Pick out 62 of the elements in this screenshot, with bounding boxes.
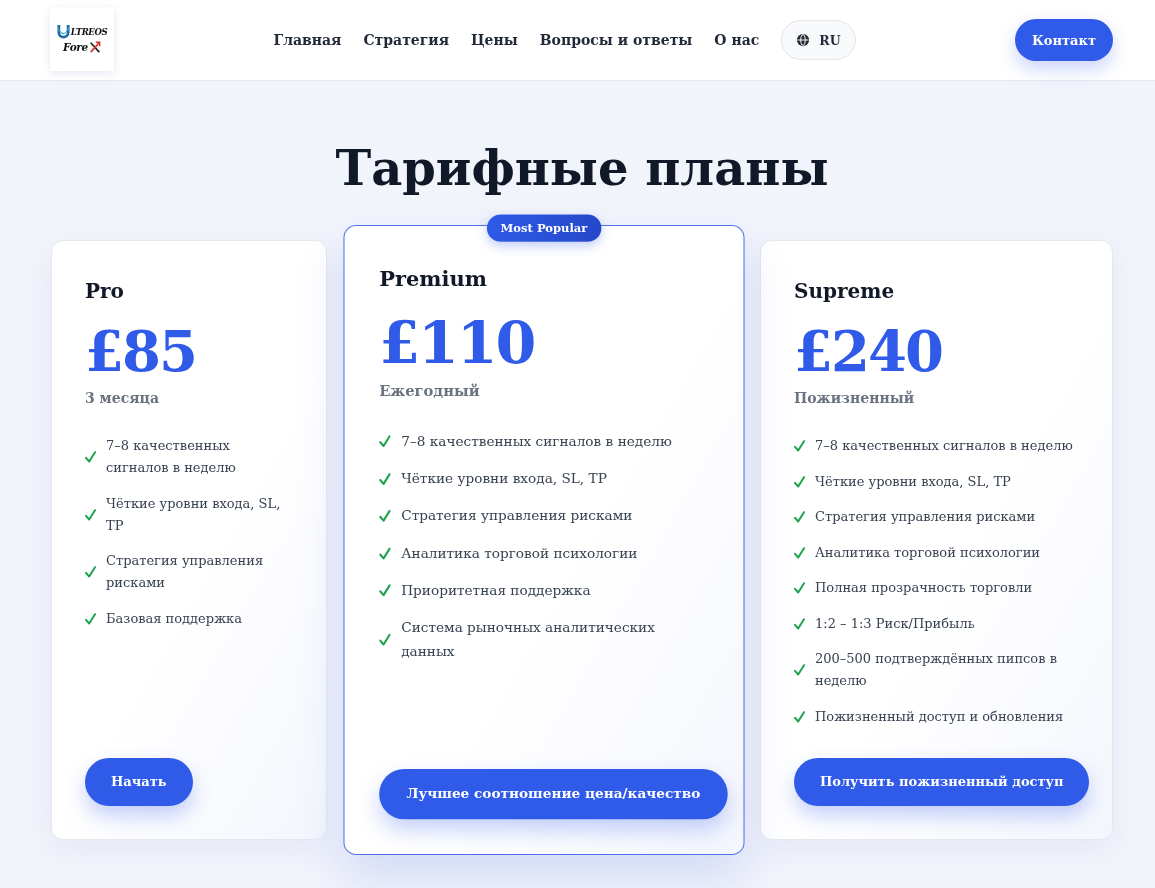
check-icon (794, 546, 805, 559)
check-icon (794, 440, 805, 452)
feature-text: Стратегия управления рисками (815, 508, 1036, 526)
plan-name: Supreme (794, 278, 896, 305)
plan-name: Premium (378, 264, 488, 294)
language-button[interactable]: RU (781, 20, 856, 60)
check-icon (378, 472, 391, 485)
check-icon (378, 509, 391, 523)
check-icon (378, 546, 391, 560)
feature-text: Чёткие уровни входа, SL, TP (815, 472, 1011, 491)
check-icon (794, 664, 805, 676)
feature-text: Стратегия управления рисками (400, 506, 632, 526)
logo-text: LTREOS (70, 26, 108, 37)
feature-text: Стратегия управления рисками (106, 552, 265, 592)
check-icon (794, 710, 805, 723)
check-icon (378, 435, 391, 448)
feature-text: Аналитика торговой психологии (815, 543, 1040, 562)
plan-name: Pro (85, 278, 125, 305)
check-icon (794, 617, 805, 630)
page-title: Тарифные планы (334, 139, 830, 197)
feature-text: Аналитика торговой психологии (400, 543, 637, 563)
plan-button[interactable]: Лучшее соотношение цена/качество (378, 768, 728, 819)
plan-price: £85 (85, 323, 197, 379)
feature-text: Базовая поддержка (106, 609, 242, 628)
feature-text: Приоритетная поддержка (400, 581, 591, 600)
feature-text: Пожизненный доступ и обновления (815, 707, 1064, 726)
plan-period: Ежегодный (378, 381, 481, 402)
check-icon (794, 511, 805, 523)
feature-text: Чёткие уровни входа, SL, TP (106, 494, 282, 535)
plan-period: Пожизненный (794, 389, 916, 408)
feature-text: Система рыночных аналитических данных (400, 618, 656, 661)
nav-link[interactable]: Вопросы и ответы (539, 32, 693, 48)
globe-icon (796, 33, 811, 47)
check-icon (85, 612, 96, 625)
check-icon (378, 584, 391, 597)
x-arrow-icon (88, 41, 101, 53)
feature-text: Чёткие уровни входа, SL, TP (400, 469, 607, 488)
feature-text: 200–500 подтверждённых пипсов в неделю (815, 650, 1058, 690)
plan-period: 3 месяца (85, 389, 160, 408)
check-icon (85, 508, 96, 521)
feature-text: 7–8 качественных сигналов в неделю (400, 431, 672, 451)
check-icon (794, 475, 805, 488)
nav-link[interactable]: Главная (273, 32, 342, 48)
plan-button[interactable]: Получить пожизненный доступ (794, 757, 1090, 806)
plan-price: £240 (794, 323, 943, 379)
nav-link[interactable]: Цены (471, 32, 518, 48)
check-icon (378, 632, 391, 646)
feature-text: Полная прозрачность торговли (815, 579, 1033, 597)
nav-link[interactable]: Стратегия (363, 32, 450, 48)
check-icon (85, 566, 96, 578)
feature-text: 7–8 качественных сигналов в неделю (815, 437, 1073, 455)
contact-button[interactable]: Контакт (1015, 19, 1113, 61)
feature-text: 1:2 – 1:3 Риск/Прибыль (815, 614, 975, 633)
popular-badge: Most Popular (486, 214, 601, 242)
logo-text: Fore (63, 41, 88, 53)
plan-price: £110 (378, 312, 535, 371)
nav-link[interactable]: О нас (714, 32, 760, 48)
feature-text: 7–8 качественных сигналов в неделю (106, 437, 237, 477)
u-swoosh-icon (56, 24, 70, 39)
check-icon (85, 451, 96, 463)
check-icon (794, 582, 805, 594)
plan-button[interactable]: Начать (85, 757, 193, 806)
